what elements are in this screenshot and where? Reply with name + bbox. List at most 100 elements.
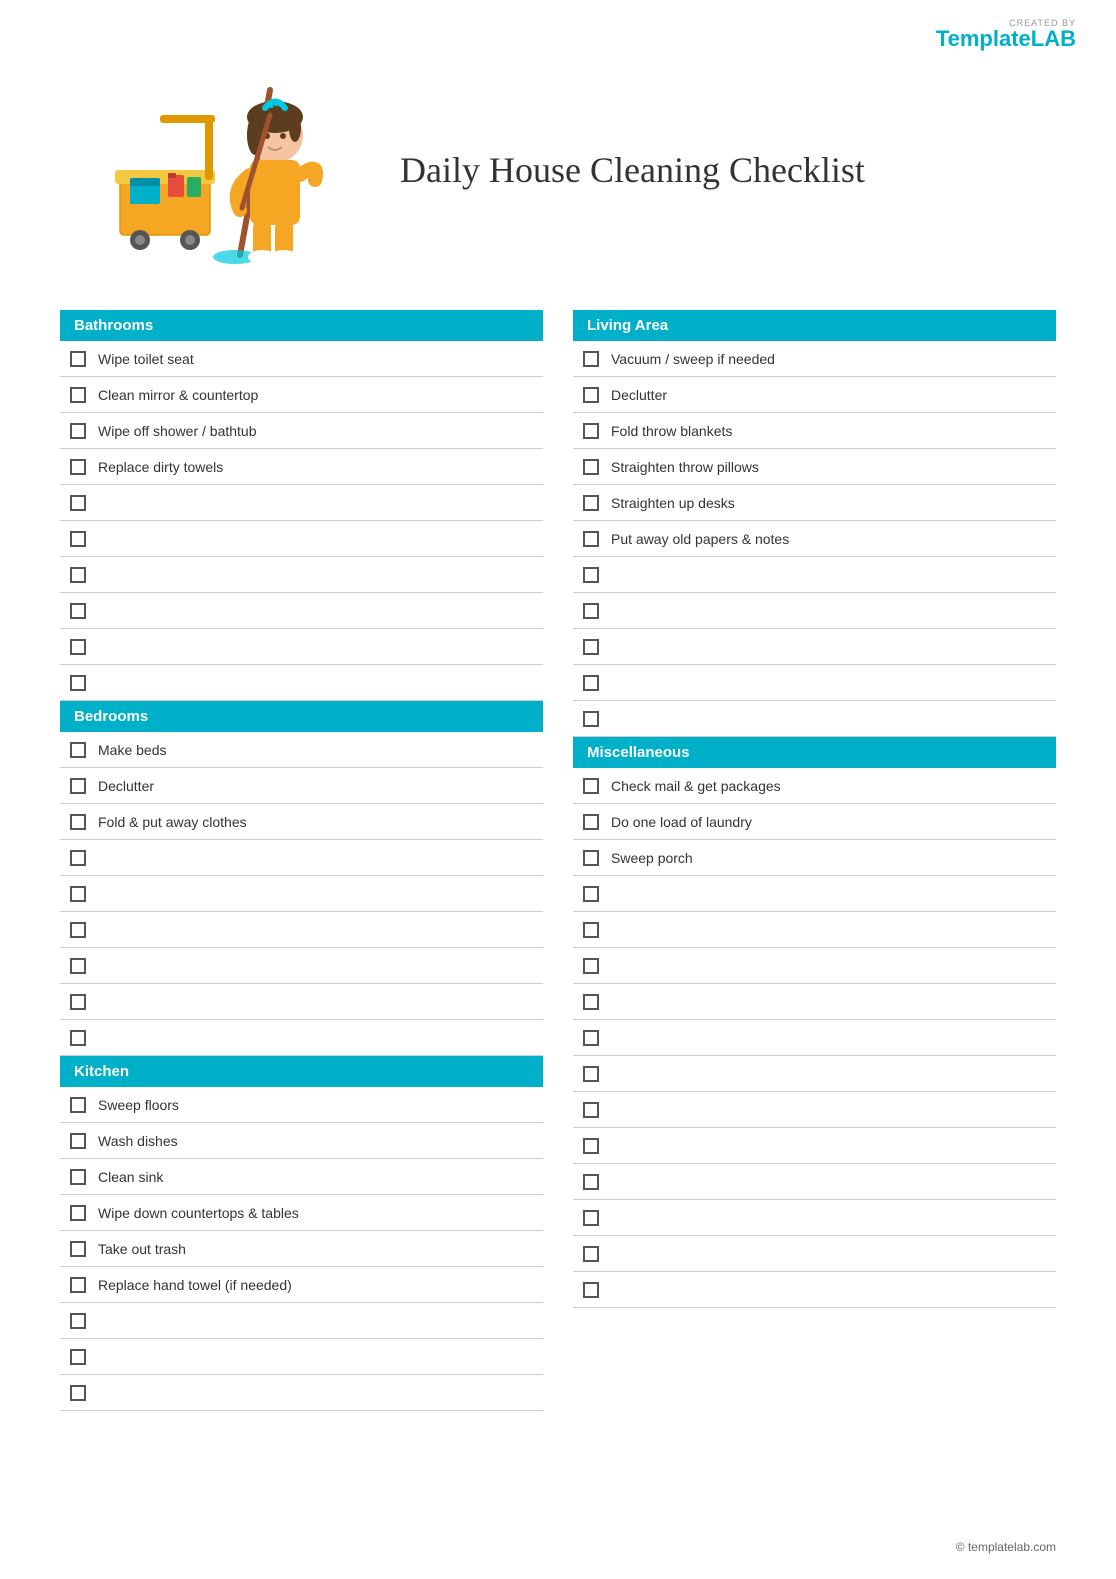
checklist-item	[573, 1236, 1056, 1272]
checkbox[interactable]	[70, 675, 86, 691]
checklist-item: Do one load of laundry	[573, 804, 1056, 840]
checklist-item: Take out trash	[60, 1231, 543, 1267]
checkbox[interactable]	[583, 1282, 599, 1298]
checkbox[interactable]	[583, 639, 599, 655]
checkbox[interactable]	[583, 1066, 599, 1082]
item-text: Make beds	[98, 742, 166, 758]
checkbox[interactable]	[583, 778, 599, 794]
checkbox[interactable]	[70, 531, 86, 547]
page-title: Daily House Cleaning Checklist	[400, 149, 865, 191]
checkbox[interactable]	[583, 567, 599, 583]
section-living-area: Living AreaVacuum / sweep if neededDeclu…	[573, 310, 1056, 737]
item-text: Take out trash	[98, 1241, 186, 1257]
checkbox[interactable]	[583, 850, 599, 866]
checklist-item	[573, 1056, 1056, 1092]
checkbox[interactable]	[70, 1030, 86, 1046]
checkbox[interactable]	[583, 814, 599, 830]
checklist-item: Straighten throw pillows	[573, 449, 1056, 485]
checkbox[interactable]	[70, 495, 86, 511]
checkbox[interactable]	[70, 1205, 86, 1221]
item-text: Straighten up desks	[611, 495, 735, 511]
checklist-item	[573, 912, 1056, 948]
item-text: Replace hand towel (if needed)	[98, 1277, 292, 1293]
checkbox[interactable]	[583, 1030, 599, 1046]
checkbox[interactable]	[70, 1385, 86, 1401]
checklist-item: Fold & put away clothes	[60, 804, 543, 840]
checkbox[interactable]	[583, 958, 599, 974]
checkbox[interactable]	[70, 423, 86, 439]
checkbox[interactable]	[70, 742, 86, 758]
checkbox[interactable]	[70, 1169, 86, 1185]
item-text: Wipe off shower / bathtub	[98, 423, 257, 439]
checkbox[interactable]	[583, 531, 599, 547]
checkbox[interactable]	[583, 423, 599, 439]
checklist-item	[573, 876, 1056, 912]
checkbox[interactable]	[583, 1138, 599, 1154]
checkbox[interactable]	[583, 387, 599, 403]
checklist-column: Living AreaVacuum / sweep if neededDeclu…	[573, 310, 1056, 1411]
checklist-item	[60, 1339, 543, 1375]
checkbox[interactable]	[70, 1313, 86, 1329]
checklist-item	[60, 876, 543, 912]
checklist-column: BathroomsWipe toilet seatClean mirror & …	[60, 310, 543, 1411]
checkbox[interactable]	[70, 351, 86, 367]
checkbox[interactable]	[583, 886, 599, 902]
item-text: Straighten throw pillows	[611, 459, 759, 475]
checkbox[interactable]	[70, 850, 86, 866]
checklist-item	[573, 665, 1056, 701]
checkbox[interactable]	[70, 387, 86, 403]
checkbox[interactable]	[70, 922, 86, 938]
checklist-item	[573, 1092, 1056, 1128]
page: CREATED BY TemplateLAB	[0, 0, 1116, 1579]
checkbox[interactable]	[70, 778, 86, 794]
checkbox[interactable]	[70, 639, 86, 655]
checklist-item	[573, 948, 1056, 984]
checkbox[interactable]	[70, 567, 86, 583]
checklist-item: Sweep porch	[573, 840, 1056, 876]
checkbox[interactable]	[70, 1349, 86, 1365]
section-header-living-area: Living Area	[573, 310, 1056, 341]
checkbox[interactable]	[583, 994, 599, 1010]
illustration	[60, 60, 360, 280]
checkbox[interactable]	[583, 351, 599, 367]
checklist-item	[60, 1303, 543, 1339]
checkbox[interactable]	[70, 1133, 86, 1149]
item-text: Sweep floors	[98, 1097, 179, 1113]
item-text: Wipe down countertops & tables	[98, 1205, 299, 1221]
checkbox[interactable]	[70, 1241, 86, 1257]
checklist-item	[60, 840, 543, 876]
checklist-item: Declutter	[60, 768, 543, 804]
checklist-item: Wipe down countertops & tables	[60, 1195, 543, 1231]
checklist-item	[60, 557, 543, 593]
checkbox[interactable]	[70, 603, 86, 619]
logo-template: Template	[936, 26, 1031, 51]
checkbox[interactable]	[70, 814, 86, 830]
checkbox[interactable]	[583, 675, 599, 691]
checkbox[interactable]	[583, 922, 599, 938]
checkbox[interactable]	[70, 459, 86, 475]
section-miscellaneous: MiscellaneousCheck mail & get packagesDo…	[573, 737, 1056, 1308]
checkbox[interactable]	[70, 994, 86, 1010]
checklist-item	[573, 1200, 1056, 1236]
checkbox[interactable]	[583, 603, 599, 619]
item-text: Wipe toilet seat	[98, 351, 194, 367]
checkbox[interactable]	[583, 495, 599, 511]
checkbox[interactable]	[583, 459, 599, 475]
checkbox[interactable]	[583, 1102, 599, 1118]
section-header-miscellaneous: Miscellaneous	[573, 737, 1056, 768]
checkbox[interactable]	[583, 1246, 599, 1262]
checklist-item	[60, 665, 543, 701]
checkbox[interactable]	[70, 1277, 86, 1293]
checkbox[interactable]	[583, 711, 599, 727]
checkbox[interactable]	[70, 958, 86, 974]
checklist-item: Clean mirror & countertop	[60, 377, 543, 413]
checklist-item	[573, 1020, 1056, 1056]
checklist-item: Wash dishes	[60, 1123, 543, 1159]
checklist-item: Make beds	[60, 732, 543, 768]
checkbox[interactable]	[70, 1097, 86, 1113]
checkbox[interactable]	[583, 1210, 599, 1226]
section-header-bedrooms: Bedrooms	[60, 701, 543, 732]
checklist-item	[60, 912, 543, 948]
checkbox[interactable]	[583, 1174, 599, 1190]
checkbox[interactable]	[70, 886, 86, 902]
